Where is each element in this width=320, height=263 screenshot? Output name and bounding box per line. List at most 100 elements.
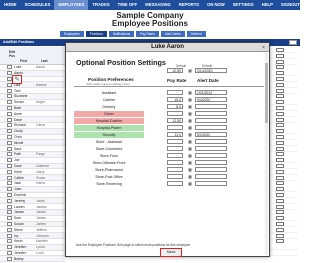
nav-home[interactable]: HOME [0, 0, 21, 10]
edit-position-checkbox[interactable] [7, 94, 12, 99]
position-name[interactable]: Cashier [74, 97, 144, 103]
position-grid-checkbox[interactable] [276, 117, 284, 122]
nav-schedules[interactable]: SCHEDULES [21, 0, 55, 10]
alert-date-input[interactable] [195, 125, 227, 130]
position-grid-checkbox[interactable] [276, 204, 284, 209]
position-name[interactable]: Assistant [74, 90, 144, 96]
alert-date-input[interactable]: 10/1/2022 [195, 90, 227, 95]
position-grid-checkbox[interactable] [276, 65, 284, 70]
pay-rate-input[interactable] [167, 139, 183, 144]
position-name[interactable]: Store-Pharmacist [74, 167, 144, 173]
default-rate-input[interactable]: 12.50 [167, 68, 183, 73]
position-grid-checkbox[interactable] [276, 187, 284, 192]
edit-position-checkbox[interactable] [7, 111, 12, 116]
calendar-icon[interactable]: ▦ [187, 90, 193, 95]
position-grid-checkbox[interactable] [276, 216, 284, 221]
position-name[interactable]: Store-Post Office [74, 174, 144, 180]
header-checkbox[interactable] [289, 40, 297, 45]
position-grid-checkbox[interactable] [276, 88, 284, 93]
position-grid-checkbox[interactable] [276, 233, 284, 238]
position-grid-checkbox[interactable] [276, 239, 284, 244]
edit-position-checkbox[interactable] [7, 221, 12, 226]
tab-deleted[interactable]: Deleted [186, 31, 206, 37]
pay-rate-input[interactable] [167, 181, 183, 186]
position-grid-checkbox[interactable] [276, 193, 284, 197]
calendar-icon[interactable]: ▦ [187, 174, 193, 179]
position-grid-checkbox[interactable] [276, 227, 284, 232]
position-grid-checkbox[interactable] [276, 71, 284, 76]
calendar-icon[interactable]: ▦ [187, 125, 193, 130]
edit-position-checkbox[interactable] [7, 210, 12, 215]
save-button[interactable]: Save [160, 248, 182, 257]
edit-pencil-icon[interactable]: ✎ [12, 75, 22, 84]
position-grid-checkbox[interactable] [276, 198, 284, 203]
pay-rate-input[interactable] [167, 153, 183, 158]
edit-position-checkbox[interactable] [7, 65, 12, 70]
nav-signout[interactable]: SIGNOUT [277, 0, 304, 10]
position-name[interactable]: Hospital-Pharm [74, 124, 144, 131]
calendar-icon[interactable]: ▦ [187, 97, 193, 102]
calendar-icon[interactable]: ▦ [187, 104, 193, 109]
position-grid-checkbox[interactable] [276, 59, 284, 64]
position-name[interactable]: Store-Receiving [74, 181, 144, 187]
edit-position-checkbox[interactable] [7, 227, 12, 232]
pay-rate-input[interactable]: 8.0 [167, 104, 183, 109]
nav-on-now[interactable]: ON NOW [203, 0, 229, 10]
position-grid-checkbox[interactable] [276, 164, 284, 168]
edit-position-checkbox[interactable] [7, 117, 12, 122]
position-grid-checkbox[interactable] [276, 152, 284, 157]
position-grid-checkbox[interactable] [276, 175, 284, 180]
modal-scrollbar[interactable] [265, 53, 268, 255]
nav-settings[interactable]: SETTINGS [229, 0, 258, 10]
edit-position-checkbox[interactable] [7, 129, 12, 134]
position-grid-checkbox[interactable] [276, 111, 284, 116]
position-grid-checkbox[interactable] [276, 140, 284, 145]
tab-positions[interactable]: Positions [85, 31, 107, 37]
position-grid-checkbox[interactable] [276, 222, 284, 226]
alert-date-input[interactable] [195, 111, 227, 116]
position-grid-checkbox[interactable] [276, 210, 284, 215]
pay-rate-input[interactable] [167, 167, 183, 172]
position-grid-checkbox[interactable] [276, 158, 284, 163]
edit-position-checkbox[interactable] [7, 239, 12, 244]
position-name[interactable]: Store - Assistant [74, 139, 144, 145]
tab-employees[interactable]: Employees [60, 31, 84, 37]
nav-messaging[interactable]: MESSAGING [141, 0, 175, 10]
alert-date-input[interactable] [195, 104, 227, 109]
edit-position-checkbox[interactable] [7, 250, 12, 255]
edit-position-checkbox[interactable] [7, 140, 12, 145]
alert-date-input[interactable] [195, 153, 227, 158]
alert-date-input[interactable] [195, 167, 227, 172]
edit-position-checkbox[interactable] [7, 192, 12, 197]
tab-notifications[interactable]: Notifications [108, 31, 135, 37]
edit-position-checkbox[interactable] [7, 204, 12, 209]
edit-position-checkbox[interactable] [7, 187, 12, 192]
table-row[interactable]: Bobby [0, 256, 65, 263]
alert-date-input[interactable] [195, 181, 227, 186]
position-name[interactable]: Store-Floor [74, 153, 144, 159]
nav-trades[interactable]: TRADES [88, 0, 113, 10]
default-date-input[interactable]: 2/14/2020 [195, 68, 227, 73]
alert-date-input[interactable] [195, 146, 227, 151]
pay-rate-input[interactable] [167, 111, 183, 116]
position-grid-checkbox[interactable] [276, 77, 284, 81]
edit-position-checkbox[interactable] [7, 169, 12, 174]
position-grid-checkbox[interactable] [276, 146, 284, 151]
edit-position-checkbox[interactable] [7, 198, 12, 203]
position-grid-checkbox[interactable] [276, 129, 284, 134]
alert-date-input[interactable] [195, 139, 227, 144]
position-grid-checkbox[interactable] [276, 94, 284, 99]
alert-date-input[interactable]: 5/2/2020 [195, 132, 227, 137]
pay-rate-input[interactable] [167, 125, 183, 130]
position-name[interactable]: Store-Cosmetics [74, 146, 144, 152]
edit-position-checkbox[interactable] [7, 256, 12, 261]
calendar-icon[interactable]: ▦ [187, 139, 193, 144]
calendar-icon[interactable]: ▦ [187, 153, 193, 158]
position-grid-checkbox[interactable] [276, 106, 284, 110]
pay-rate-input[interactable] [167, 174, 183, 179]
edit-position-checkbox[interactable] [7, 146, 12, 151]
edit-position-checkbox[interactable] [7, 134, 12, 139]
edit-position-checkbox[interactable] [7, 175, 12, 180]
position-grid-checkbox[interactable] [276, 135, 284, 139]
position-grid-checkbox[interactable] [276, 82, 284, 87]
